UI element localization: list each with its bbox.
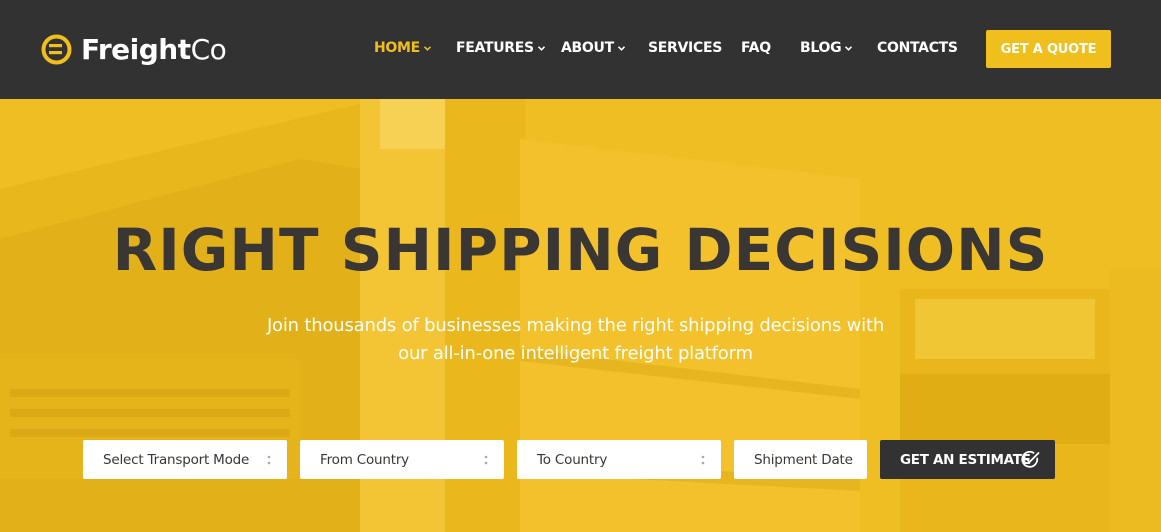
get-an-estimate-button[interactable]: GET AN ESTIMATE (880, 440, 1055, 479)
hero-title: RIGHT SHIPPING DECISIONS (112, 216, 1049, 284)
select-arrows-icon (701, 454, 705, 466)
nav-item-faq[interactable]: FAQ (741, 40, 771, 56)
chevron-down-icon (845, 45, 853, 52)
nav-item-label: FEATURES (456, 40, 534, 56)
chevron-down-icon (423, 45, 431, 52)
to-country-select[interactable]: To Country (517, 440, 721, 479)
nav-item-label: ABOUT (561, 40, 614, 56)
nav-item-label: FAQ (741, 40, 771, 56)
nav-item-blog[interactable]: BLOG (800, 40, 853, 56)
get-a-quote-button[interactable]: GET A QUOTE (986, 30, 1111, 68)
nav-item-features[interactable]: FEATURES (456, 40, 545, 56)
select-arrows-icon (267, 454, 271, 466)
nav-item-label: CONTACTS (877, 40, 958, 56)
shipment-date-input[interactable]: Shipment Date (734, 440, 867, 479)
get-an-estimate-label: GET AN ESTIMATE (900, 451, 1031, 468)
nav-item-label: BLOG (800, 40, 842, 56)
brand-name: FreightCo (81, 32, 227, 66)
brand-logo[interactable]: FreightCo (41, 31, 227, 67)
hero-subtitle-line-1: Join thousands of businesses making the … (266, 315, 885, 336)
select-arrows-icon (484, 454, 488, 466)
nav-item-services[interactable]: SERVICES (648, 40, 722, 56)
chevron-down-icon (537, 45, 545, 52)
hero-subtitle-line-2: our all-in-one intelligent freight platf… (398, 343, 753, 364)
transport-mode-value: Select Transport Mode (103, 451, 250, 468)
shipment-date-placeholder: Shipment Date (754, 451, 853, 468)
hero-section: RIGHT SHIPPING DECISIONS Join thousands … (0, 99, 1161, 532)
nav-item-contacts[interactable]: CONTACTS (877, 40, 958, 56)
check-circle-icon (1020, 449, 1041, 470)
freightco-logo-icon (41, 34, 72, 65)
nav-item-label: HOME (374, 40, 420, 56)
nav-item-about[interactable]: ABOUT (561, 40, 625, 56)
from-country-select[interactable]: From Country (300, 440, 504, 479)
site-header: FreightCo HOME FEATURES ABOUT SERVICES F… (0, 0, 1161, 99)
from-country-value: From Country (320, 451, 409, 468)
hero-subtitle: Join thousands of businesses making the … (240, 312, 911, 368)
nav-item-home[interactable]: HOME (374, 40, 431, 56)
nav-item-label: SERVICES (648, 40, 722, 56)
transport-mode-select[interactable]: Select Transport Mode (83, 440, 287, 479)
to-country-value: To Country (537, 451, 608, 468)
chevron-down-icon (617, 45, 625, 52)
